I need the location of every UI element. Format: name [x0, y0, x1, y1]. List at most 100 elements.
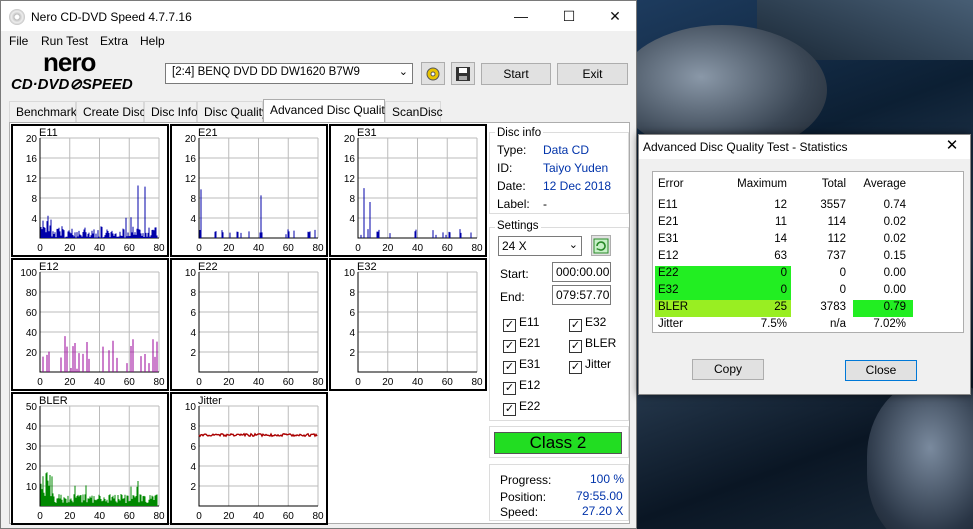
checkbox-e11[interactable]: ✓ E11: [503, 315, 539, 332]
end-input[interactable]: 079:57.70: [552, 285, 611, 305]
graph-y-tick-label: 4: [31, 214, 37, 225]
graph-x-tick-label: 0: [196, 243, 202, 254]
start-input[interactable]: 000:00.00: [552, 262, 611, 282]
end-label: End:: [500, 290, 525, 304]
save-button[interactable]: [451, 62, 475, 85]
tab-benchmark[interactable]: Benchmark: [9, 101, 77, 122]
checkbox-bler-label: BLER: [585, 336, 617, 350]
statistics-cell: 0.15: [883, 250, 906, 262]
statistics-cell: E12: [658, 250, 679, 262]
maximize-button[interactable]: ☐: [546, 1, 592, 31]
graph-e12: 100 80 60 40 20 0 20 40 60 80 E12: [11, 258, 169, 391]
graph-x-tick-label: 20: [382, 377, 394, 388]
statistics-cell: E11: [658, 199, 678, 211]
graph-y-tick-label: 8: [190, 194, 196, 205]
statistics-cell: 3557: [820, 199, 846, 211]
graph-bler: 50 40 30 20 10 0 20 40 60 80 BLER: [11, 392, 169, 525]
graph-x-tick-label: 40: [253, 243, 265, 254]
statistics-row: E21 11 114 0.02: [653, 215, 963, 232]
checkbox-jitter[interactable]: ✓ Jitter: [569, 357, 611, 374]
graph-y-tick-label: 6: [349, 308, 355, 319]
date-label: Date:: [497, 179, 526, 193]
tab-scandisc[interactable]: ScanDisc: [385, 101, 443, 122]
checkbox-e12[interactable]: ✓ E12: [503, 378, 540, 395]
refresh-speed-button[interactable]: [591, 235, 611, 256]
graph-y-tick-label: 20: [26, 462, 38, 473]
graph-x-tick-label: 60: [442, 243, 454, 254]
graph-x-tick-label: 80: [153, 377, 165, 388]
tab-advanced-disc-quality[interactable]: Advanced Disc Quality: [263, 99, 391, 122]
graph-y-tick-label: 20: [26, 348, 38, 359]
tab-disc-quality[interactable]: Disc Quality: [197, 101, 268, 122]
graph-x-tick-label: 20: [223, 511, 235, 522]
tab-create-disc[interactable]: Create Disc: [76, 101, 146, 122]
graph-y-tick-label: 16: [185, 154, 197, 165]
speed-label: Speed:: [500, 505, 539, 519]
checkbox-jitter-label: Jitter: [585, 357, 612, 371]
graph-plot: 201612840 20 40 60 80: [185, 134, 324, 254]
statistics-cell: E31: [658, 233, 679, 245]
speed-select-value: 24 X: [502, 239, 527, 253]
drive-select[interactable]: [2:4] BENQ DVD DD DW1620 B7W9 ⌄: [165, 63, 413, 84]
graph-x-tick-label: 20: [64, 377, 76, 388]
graph-y-tick-label: 12: [344, 174, 356, 185]
graph-y-tick-label: 12: [26, 174, 38, 185]
check-icon: ✓: [569, 319, 582, 332]
speed-select[interactable]: 24 X ⌄: [498, 236, 582, 256]
statistics-close-button[interactable]: Close: [845, 360, 917, 381]
checkbox-e32-label: E32: [585, 315, 607, 329]
checkbox-bler[interactable]: ✓ BLER: [569, 336, 616, 353]
graph-y-tick-label: 40: [26, 422, 38, 433]
menu-extra[interactable]: Extra: [100, 34, 128, 48]
exit-button[interactable]: Exit: [557, 63, 628, 85]
menu-run-test[interactable]: Run Test: [41, 34, 88, 48]
graph-y-tick-label: 8: [349, 194, 355, 205]
checkbox-e22[interactable]: ✓ E22: [503, 399, 540, 416]
progress-label: Progress:: [500, 473, 552, 487]
graph-y-tick-label: 4: [349, 214, 355, 225]
start-button[interactable]: Start: [481, 63, 551, 85]
copy-button[interactable]: Copy: [692, 359, 764, 380]
logo-nero-text: nero: [43, 47, 96, 77]
statistics-cell: 737: [826, 250, 846, 262]
type-value: Data CD: [543, 143, 590, 157]
statistics-row: E11 12 3557 0.74: [653, 198, 963, 215]
checkbox-e12-label: E12: [519, 378, 541, 392]
graph-plot: 201612840 20 40 60 80: [344, 134, 483, 254]
graph-plot: 1086420 20 40 60 80: [185, 402, 324, 522]
graph-x-tick-label: 40: [412, 243, 424, 254]
statistics-cell: 12: [774, 199, 787, 211]
graph-y-tick-label: 8: [31, 194, 37, 205]
checkbox-e21[interactable]: ✓ E21: [503, 336, 540, 353]
statistics-cell: E22: [658, 267, 679, 279]
close-button[interactable]: ✕: [592, 1, 638, 31]
id-label: ID:: [497, 161, 513, 175]
statistics-close-icon[interactable]: ✕: [934, 135, 970, 159]
floppy-save-icon: [456, 67, 470, 81]
disc-eject-button[interactable]: [421, 62, 445, 85]
graph-x-tick-label: 0: [37, 243, 43, 254]
graph-e31: 20 16 12 8 4 0 20 40 60 80 E31: [329, 124, 487, 257]
statistics-row: E32 0 0 0.00: [653, 283, 963, 300]
graph-title: E11: [39, 127, 58, 139]
graph-title: BLER: [39, 395, 68, 407]
graph-y-tick-label: 4: [349, 328, 355, 339]
refresh-icon: [593, 238, 609, 254]
statistics-row: E22 0 0 0.00: [653, 266, 963, 283]
progress-value: 100 %: [590, 472, 625, 486]
graph-x-tick-label: 60: [442, 377, 454, 388]
check-icon: ✓: [503, 361, 516, 374]
graph-plot: 100 80 60 40 20 0 20 40 60 80: [20, 268, 165, 388]
statistics-cell: E21: [658, 216, 679, 228]
statistics-cell: 7.02%: [873, 318, 906, 330]
nero-logo: nero CD·DVD⊘SPEED: [9, 47, 159, 93]
title-bar: Nero CD-DVD Speed 4.7.7.16 — ☐ ✕: [1, 1, 636, 31]
minimize-button[interactable]: —: [498, 1, 544, 31]
label-label: Label:: [497, 197, 530, 211]
tab-disc-info[interactable]: Disc Info: [144, 101, 198, 122]
check-icon: ✓: [503, 319, 516, 332]
menu-help[interactable]: Help: [140, 34, 165, 48]
checkbox-e31[interactable]: ✓ E31: [503, 357, 540, 374]
checkbox-e32[interactable]: ✓ E32: [569, 315, 606, 332]
menu-file[interactable]: File: [9, 34, 28, 48]
